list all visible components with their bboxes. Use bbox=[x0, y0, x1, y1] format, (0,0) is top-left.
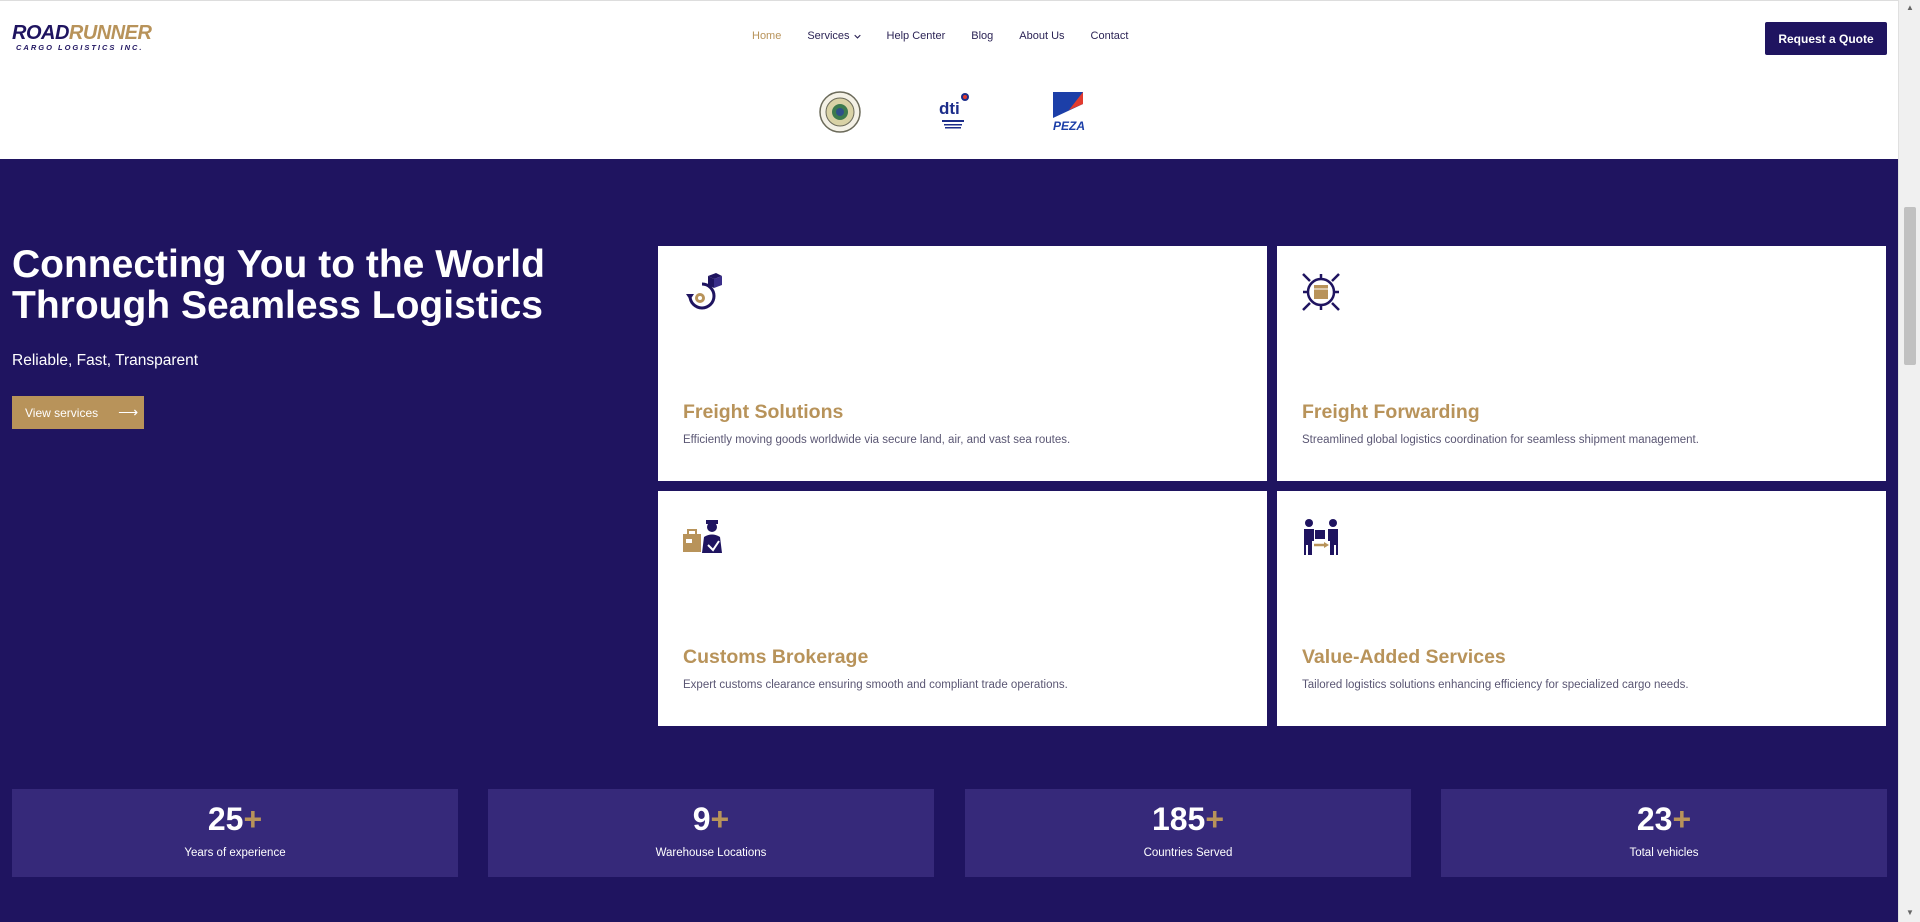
logo-word-runner: RUNNER bbox=[68, 22, 152, 44]
stat-number: 9+ bbox=[488, 801, 934, 837]
service-card-freight-forwarding[interactable]: Freight Forwarding Streamlined global lo… bbox=[1277, 246, 1886, 481]
nav-contact-label: Contact bbox=[1090, 30, 1129, 42]
stat-value: 9 bbox=[692, 801, 711, 837]
service-desc: Tailored logistics solutions enhancing e… bbox=[1302, 679, 1689, 691]
stat-countries-served: 185+ Countries Served bbox=[965, 789, 1411, 877]
stat-warehouse-locations: 9+ Warehouse Locations bbox=[488, 789, 934, 877]
service-desc: Expert customs clearance ensuring smooth… bbox=[683, 679, 1068, 691]
stat-suffix: + bbox=[1205, 801, 1225, 837]
stat-suffix: + bbox=[243, 801, 263, 837]
dti-logo-icon: dti bbox=[939, 93, 969, 129]
stat-number: 23+ bbox=[1441, 801, 1887, 837]
nav-home[interactable]: Home bbox=[752, 30, 781, 42]
service-title: Customs Brokerage bbox=[683, 646, 869, 668]
stat-value: 185 bbox=[1151, 801, 1206, 837]
page-scrollbar[interactable]: ▲ ▼ bbox=[1898, 0, 1920, 922]
stat-label: Years of experience bbox=[184, 847, 286, 859]
nav-help-center-label: Help Center bbox=[886, 30, 946, 42]
freight-cycle-icon bbox=[686, 273, 722, 310]
nav-blog[interactable]: Blog bbox=[971, 30, 993, 42]
service-title: Freight Forwarding bbox=[1302, 401, 1480, 423]
stat-years-experience: 25+ Years of experience bbox=[12, 789, 458, 877]
hero-title-line2: Through Seamless Logistics bbox=[12, 284, 543, 327]
stat-number: 185+ bbox=[965, 801, 1411, 837]
hero-title-line1: Connecting You to the World bbox=[12, 243, 545, 286]
nav-home-label: Home bbox=[752, 30, 782, 42]
peza-logo-icon: PEZA bbox=[1053, 92, 1085, 133]
stat-label: Total vehicles bbox=[1629, 847, 1699, 859]
view-services-label: View services bbox=[25, 405, 99, 420]
scrollbar-thumb[interactable] bbox=[1904, 207, 1916, 365]
stat-value: 23 bbox=[1636, 801, 1673, 837]
service-title: Value-Added Services bbox=[1302, 646, 1506, 668]
stat-label: Countries Served bbox=[1143, 847, 1233, 859]
forwarding-hub-icon bbox=[1302, 273, 1340, 311]
chevron-down-icon bbox=[853, 34, 861, 39]
service-card-freight-solutions[interactable]: Freight Solutions Efficiently moving goo… bbox=[658, 246, 1267, 481]
nav-blog-label: Blog bbox=[971, 30, 994, 42]
logo-tagline: CARGO LOGISTICS INC. bbox=[16, 43, 144, 52]
stat-value: 25 bbox=[207, 801, 244, 837]
stat-number: 25+ bbox=[12, 801, 458, 837]
seal-icon bbox=[819, 91, 861, 133]
nav-services[interactable]: Services bbox=[807, 30, 861, 42]
stat-label: Warehouse Locations bbox=[655, 847, 767, 859]
stat-total-vehicles: 23+ Total vehicles bbox=[1441, 789, 1887, 877]
logo-word-road: ROAD bbox=[12, 22, 69, 44]
peza-badge: PEZA bbox=[1046, 90, 1090, 134]
scroll-up-arrow-icon[interactable]: ▲ bbox=[1905, 3, 1915, 13]
seal-badge bbox=[818, 90, 862, 134]
nav-help-center[interactable]: Help Center bbox=[887, 30, 946, 42]
dti-badge: dti bbox=[932, 90, 976, 134]
hero-subtitle: Reliable, Fast, Transparent bbox=[12, 352, 199, 369]
accreditation-strip: dti PEZA bbox=[0, 74, 1898, 159]
nav-about-us-label: About Us bbox=[1019, 30, 1065, 42]
view-services-button[interactable]: View services ⟶ bbox=[12, 396, 144, 429]
site-header: ROADRUNNER CARGO LOGISTICS INC. Home Ser… bbox=[0, 0, 1898, 74]
main-nav: Home Services Help Center Blog About Us … bbox=[752, 30, 1154, 42]
arrow-right-icon: ⟶ bbox=[118, 404, 139, 420]
stat-suffix: + bbox=[1672, 801, 1692, 837]
nav-about-us[interactable]: About Us bbox=[1019, 30, 1064, 42]
stat-suffix: + bbox=[710, 801, 730, 837]
page: ROADRUNNER CARGO LOGISTICS INC. Home Ser… bbox=[0, 0, 1898, 922]
service-card-customs-brokerage[interactable]: Customs Brokerage Expert customs clearan… bbox=[658, 491, 1267, 726]
request-quote-button[interactable]: Request a Quote bbox=[1765, 22, 1887, 55]
nav-services-label: Services bbox=[807, 30, 850, 42]
hero-title: Connecting You to the World Through Seam… bbox=[12, 244, 632, 326]
customs-officer-icon bbox=[683, 520, 722, 553]
handover-icon bbox=[1304, 519, 1338, 555]
service-title: Freight Solutions bbox=[683, 401, 844, 423]
scroll-down-arrow-icon[interactable]: ▼ bbox=[1905, 908, 1915, 918]
svg-text:dti: dti bbox=[939, 99, 960, 118]
service-desc: Streamlined global logistics coordinatio… bbox=[1302, 434, 1699, 446]
service-card-value-added[interactable]: Value-Added Services Tailored logistics … bbox=[1277, 491, 1886, 726]
service-desc: Efficiently moving goods worldwide via s… bbox=[683, 434, 1071, 446]
nav-contact[interactable]: Contact bbox=[1091, 30, 1129, 42]
svg-text:PEZA: PEZA bbox=[1053, 119, 1085, 133]
roadrunner-logo[interactable]: ROADRUNNER CARGO LOGISTICS INC. bbox=[12, 23, 172, 55]
